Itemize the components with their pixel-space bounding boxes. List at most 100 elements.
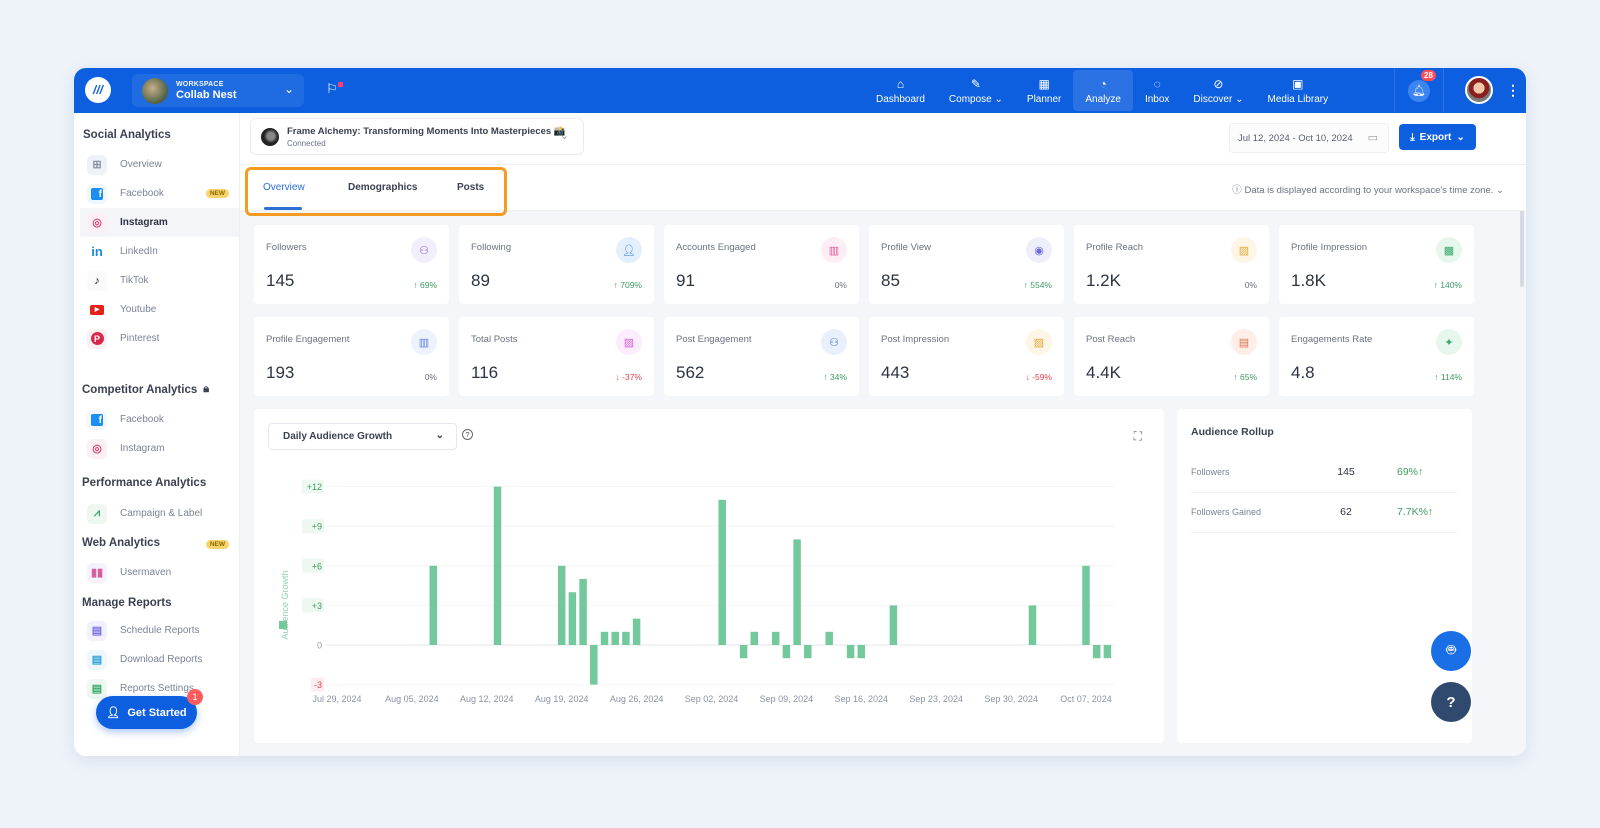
eye-icon: ◉	[1026, 237, 1052, 263]
chart-bar	[493, 486, 502, 645]
sidebar-item-instagram[interactable]: ◎ Instagram	[80, 208, 239, 237]
notifications-button[interactable]: 🔔︎ 28	[1394, 68, 1444, 113]
metric-value: 85	[881, 271, 900, 290]
main-content: Frame Alchemy: Transforming Moments Into…	[240, 113, 1526, 756]
schedule-report-icon: ▤	[87, 620, 107, 641]
account-selector[interactable]: Frame Alchemy: Transforming Moments Into…	[250, 118, 584, 155]
sidebar-item-label: Youtube	[120, 304, 157, 315]
metric-change: ↓ -59%	[1025, 372, 1052, 382]
new-badge: NEW	[205, 540, 229, 549]
instagram-icon: ◎	[87, 212, 107, 233]
sidebar-item-youtube[interactable]: ▶ Youtube	[74, 295, 239, 324]
metric-card: Post Reach ▤ 4.4K ↑ 65%	[1074, 317, 1269, 396]
metric-value: 116	[471, 363, 499, 382]
sidebar-item-pinterest[interactable]: P Pinterest	[74, 324, 239, 353]
instagram-icon: ◎	[87, 438, 107, 459]
chevron-down-icon: ⌄	[559, 130, 569, 142]
compass-icon: ⊘	[1213, 76, 1224, 91]
sidebar-item-tiktok[interactable]: ♪ TikTok	[74, 266, 239, 295]
account-status: Connected	[287, 138, 326, 148]
sidebar-item-competitor-instagram[interactable]: ◎ Instagram	[74, 434, 239, 463]
nav-media-library[interactable]: ▣ Media Library	[1256, 68, 1341, 113]
sidebar-item-campaign-label[interactable]: ⩘ Campaign & Label	[74, 499, 239, 528]
pen-icon: ✎	[970, 76, 981, 91]
metric-card: Total Posts ▨ 116 ↓ -37%	[459, 317, 654, 396]
calendar-icon: ▭	[1367, 132, 1378, 144]
profile-engagement-icon: ▥	[411, 329, 437, 355]
sidebar-item-download-reports[interactable]: ▤ Download Reports	[74, 645, 239, 674]
chart-bar	[622, 631, 630, 645]
chart-bar	[771, 631, 780, 645]
user-check-icon: 👤︎	[106, 707, 121, 719]
export-label: Export	[1419, 131, 1452, 143]
media-icon: ▣	[1292, 76, 1304, 91]
app-logo-icon[interactable]: ///	[85, 77, 111, 103]
sidebar-item-overview[interactable]: ⊞ Overview	[74, 150, 239, 179]
workspace-switcher[interactable]: WORKSPACE Collab Nest ⌄	[132, 74, 304, 107]
chart-bar	[782, 645, 791, 659]
facebook-icon: f	[87, 183, 107, 204]
sidebar-item-facebook[interactable]: f Facebook NEW	[74, 179, 239, 208]
sidebar-item-usermaven[interactable]: ▮▮ Usermaven	[74, 558, 239, 587]
tab-demographics[interactable]: Demographics	[348, 182, 417, 193]
sidebar-item-schedule-reports[interactable]: ▤ Schedule Reports	[74, 616, 239, 645]
metric-title: Profile Engagement	[266, 334, 350, 345]
active-tab-indicator	[264, 207, 302, 210]
date-range-picker[interactable]: Jul 12, 2024 - Oct 10, 2024 ▭	[1229, 123, 1389, 153]
sidebar-item-label: Schedule Reports	[120, 625, 200, 636]
nav-planner[interactable]: ▦ Planner	[1015, 68, 1073, 113]
sidebar-item-competitor-facebook[interactable]: f Facebook	[74, 405, 239, 434]
metric-card: Profile Engagement ▥ 193 0%	[254, 317, 449, 396]
rollup-change: 69%↑	[1397, 466, 1424, 478]
metric-title: Following	[471, 242, 512, 253]
metric-value: 1.2K	[1086, 271, 1121, 290]
chatbot-button[interactable]: 🤖︎	[1431, 631, 1471, 671]
y-axis-label: Audience Growth	[280, 570, 290, 639]
rollup-change: 7.7K%↑	[1397, 506, 1434, 518]
get-started-button[interactable]: 👤︎ Get Started 1	[96, 689, 203, 729]
more-options-icon[interactable]: ⋮	[1506, 82, 1520, 99]
campaign-icon: ⩘	[87, 503, 107, 524]
chart-bar	[568, 592, 577, 645]
youtube-icon: ▶	[87, 300, 107, 320]
metric-change: ↑ 140%	[1433, 280, 1462, 290]
usermaven-icon: ▮▮	[87, 562, 107, 583]
chevron-down-icon: ⌄	[1496, 185, 1504, 196]
tab-posts[interactable]: Posts	[457, 182, 484, 193]
nav-discover[interactable]: ⊘ Discover ⌄	[1181, 68, 1255, 113]
user-avatar[interactable]	[1465, 76, 1493, 104]
account-avatar	[261, 127, 279, 146]
nav-dashboard[interactable]: ⌂ Dashboard	[864, 68, 937, 113]
export-button[interactable]: ⤓ Export ⌄	[1399, 124, 1476, 150]
chart-bar	[857, 645, 866, 659]
sidebar-item-label: Facebook	[120, 188, 164, 199]
post-impression-icon: ▨	[1026, 329, 1052, 355]
metric-title: Accounts Engaged	[676, 242, 756, 253]
metric-title: Engagements Rate	[1291, 334, 1373, 345]
nav-inbox[interactable]: ◌ Inbox	[1133, 68, 1181, 113]
help-button[interactable]: ?	[1431, 682, 1471, 722]
flag-icon[interactable]: ⚐	[326, 81, 338, 97]
nav-analyze[interactable]: ◔ Analyze	[1073, 70, 1133, 111]
lock-icon: 🔒︎	[203, 383, 210, 395]
metric-value: 91	[676, 271, 695, 290]
metric-change: ↓ -37%	[615, 372, 642, 382]
chat-icon: ◌	[1153, 76, 1161, 91]
rollup-title: Audience Rollup	[1191, 426, 1274, 438]
sidebar-item-linkedin[interactable]: in LinkedIn	[74, 237, 239, 266]
chart-bar	[793, 539, 801, 645]
tab-overview[interactable]: Overview	[263, 182, 305, 193]
nav-label: Planner	[1026, 93, 1062, 105]
sidebar-item-label: Usermaven	[120, 567, 172, 578]
y-tick-label: +3	[312, 601, 322, 611]
chart-bar	[1028, 605, 1037, 645]
nav-compose[interactable]: ✎ Compose ⌄	[937, 68, 1015, 113]
audience-rollup-card: Audience Rollup Followers 145 69%↑ Follo…	[1177, 409, 1472, 743]
metric-value: 145	[266, 271, 295, 290]
metric-card: Profile View ◉ 85 ↑ 554%	[869, 225, 1064, 304]
timezone-note[interactable]: ⓘ Data is displayed according to your wo…	[1232, 182, 1504, 196]
robot-icon: 🤖︎	[1446, 642, 1456, 659]
grid-icon: ⊞	[87, 154, 107, 175]
sidebar-item-label: Campaign & Label	[120, 508, 203, 519]
metric-title: Post Impression	[881, 334, 950, 345]
